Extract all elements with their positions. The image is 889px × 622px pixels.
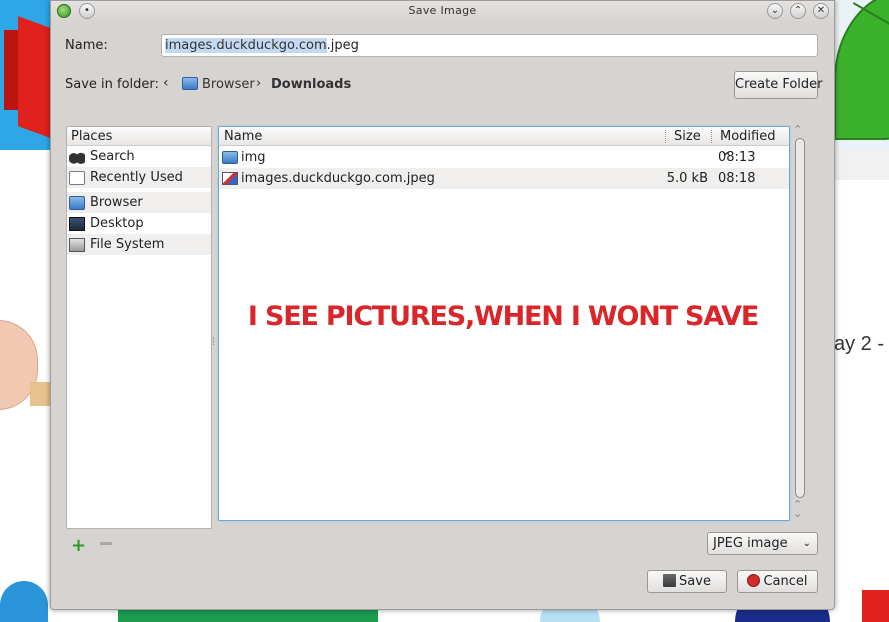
column-name[interactable]: Name [224, 129, 262, 144]
minimize-icon[interactable]: ⌄ [767, 3, 783, 19]
breadcrumb-back-icon[interactable]: ‹ [163, 75, 169, 91]
column-size[interactable]: Size [674, 129, 701, 144]
background-side-text: ay 2 - V [834, 333, 889, 355]
remove-place-icon[interactable] [100, 542, 112, 545]
file-type-select[interactable]: JPEG image ⌄ [707, 532, 818, 555]
image-file-icon [222, 172, 238, 185]
chevron-down-icon: ⌄ [802, 538, 811, 549]
background-image-topleft [0, 0, 52, 150]
create-folder-button[interactable]: Create Folder [734, 71, 823, 99]
add-place-icon[interactable]: + [71, 535, 86, 556]
harddisk-icon [69, 237, 85, 252]
name-label: Name: [65, 38, 108, 53]
places-header[interactable]: Places [67, 127, 211, 146]
file-list-panel: Name Size Modified ⌄ img 08:13 images.du… [218, 126, 790, 521]
column-divider[interactable] [665, 130, 666, 143]
save-icon [663, 574, 677, 587]
place-item-file-system[interactable]: File System [67, 234, 211, 255]
file-list-header: Name Size Modified ⌄ [219, 127, 789, 159]
folder-icon [69, 195, 85, 210]
binoculars-icon [69, 149, 85, 164]
places-panel: Places Search Recently Used Browser Desk… [66, 126, 212, 529]
cancel-icon [747, 574, 761, 587]
scroll-down-icon[interactable]: ⌄ [793, 507, 802, 520]
save-button[interactable]: Save [647, 570, 727, 593]
folder-icon [182, 77, 198, 90]
background-divider [834, 150, 889, 180]
place-item-browser[interactable]: Browser [67, 192, 211, 213]
close-icon[interactable]: ✕ [813, 3, 829, 19]
place-item-recently-used[interactable]: Recently Used [67, 167, 211, 188]
scroll-up-icon[interactable]: ⌃ [793, 123, 802, 136]
breadcrumb-browser[interactable]: Browser [182, 77, 255, 92]
filename-selected-text: images.duckduckgo.com [165, 38, 327, 53]
overlay-annotation-text: I SEE PICTURES,WHEN I WONT SAVE [247, 301, 759, 332]
filename-input[interactable]: images.duckduckgo.com.jpeg [161, 34, 818, 57]
file-row[interactable]: images.duckduckgo.com.jpeg 5.0 kB 08:18 [219, 168, 789, 189]
title-bar[interactable]: • Save Image ⌄ ⌃ ✕ [51, 1, 834, 21]
save-image-dialog: • Save Image ⌄ ⌃ ✕ Name: images.duckduck… [50, 0, 835, 610]
save-in-folder-label: Save in folder: [65, 77, 159, 92]
file-row[interactable]: img 08:13 [219, 147, 789, 168]
breadcrumb-downloads[interactable]: Downloads [271, 77, 351, 92]
breadcrumb-separator-icon: › [256, 76, 262, 91]
scrollbar-track[interactable] [795, 138, 805, 498]
background-leaf-image [834, 0, 889, 150]
desktop-icon [69, 216, 85, 231]
folder-icon [222, 151, 238, 164]
place-item-desktop[interactable]: Desktop [67, 213, 211, 234]
dialog-title: Save Image [408, 4, 477, 17]
cancel-button[interactable]: Cancel [737, 570, 818, 593]
background-hand-image [0, 300, 52, 420]
column-divider[interactable] [711, 130, 712, 143]
recent-icon [69, 170, 85, 185]
maximize-icon[interactable]: ⌃ [790, 3, 806, 19]
filename-extension-text: .jpeg [326, 38, 359, 53]
place-item-search[interactable]: Search [67, 146, 211, 167]
pane-splitter[interactable] [213, 337, 215, 345]
file-list-scrollbar[interactable]: ⌃ ⌃ ⌄ [791, 123, 809, 521]
